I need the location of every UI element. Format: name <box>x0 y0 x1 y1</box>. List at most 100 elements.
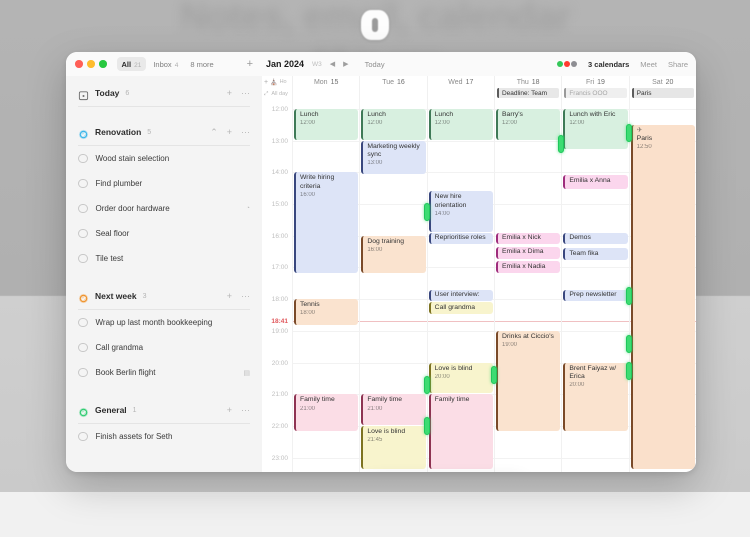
calendar-event[interactable]: Reprioritise roles <box>428 232 493 245</box>
add-task-button[interactable]: + <box>227 405 232 415</box>
allday-slot[interactable] <box>428 88 494 100</box>
list-item[interactable]: Order door hardware ◔ <box>76 196 252 221</box>
list-item[interactable]: Book Berlin flight ▤ <box>76 360 252 385</box>
task-checkbox[interactable] <box>78 228 88 239</box>
calendar-event[interactable]: Emilia x Dima <box>496 246 561 259</box>
calendar-event[interactable]: Brent Faiyaz w/ Erica 20:00 <box>563 362 628 432</box>
sidebar-group-renovation[interactable]: Renovation 5 ⌃ + ··· <box>76 119 252 145</box>
calendar-event[interactable]: Drinks at Ciccio's 19:00 <box>496 330 561 432</box>
calendar-event[interactable]: Team fika <box>563 248 628 261</box>
allday-slot[interactable]: Deadline: Team <box>495 88 561 100</box>
calendar-event[interactable]: Lunch with Eric 12:00 <box>563 108 628 150</box>
event-drag-handle[interactable] <box>558 134 565 153</box>
list-item[interactable]: Finish assets for Seth <box>76 424 252 449</box>
calendar-event[interactable]: New hire orientation 14:00 <box>428 191 493 232</box>
event-drag-handle[interactable] <box>491 366 497 385</box>
calendar-event[interactable]: Lunch 12:00 <box>361 108 426 140</box>
day-header[interactable]: Mon 15 <box>293 76 359 88</box>
new-tab-button[interactable]: + <box>247 58 253 70</box>
allday-slot[interactable]: Paris <box>630 88 696 100</box>
meet-button[interactable]: Meet <box>640 60 657 69</box>
day-header[interactable]: Thu 18 <box>495 76 561 88</box>
share-button[interactable]: Share <box>668 60 688 69</box>
list-item[interactable]: Wood stain selection <box>76 146 252 171</box>
task-checkbox[interactable] <box>78 153 88 164</box>
calendar-event[interactable]: Love is blind 20:00 <box>428 362 493 394</box>
task-checkbox[interactable] <box>78 317 88 328</box>
list-item[interactable]: Wrap up last month bookkeeping <box>76 310 252 335</box>
allday-event[interactable]: Francis OOO <box>564 88 627 98</box>
task-checkbox[interactable] <box>78 431 88 442</box>
calendar-event[interactable]: Emilia x Nadia <box>496 261 561 273</box>
tab-inbox[interactable]: Inbox 4 <box>148 57 183 71</box>
calendar-event[interactable]: ✈ Paris 12:50 <box>630 124 695 470</box>
calendar-event[interactable]: Tennis 18:00 <box>294 299 359 326</box>
event-drag-handle[interactable] <box>625 361 632 380</box>
task-checkbox[interactable] <box>78 367 88 378</box>
allday-event[interactable]: Paris <box>631 88 694 98</box>
calendar-event[interactable]: Family time 21:00 <box>361 394 426 425</box>
calendar-event[interactable]: Call grandma <box>428 302 493 314</box>
tab-bar[interactable]: All 21 Inbox 4 8 more <box>116 57 219 71</box>
add-task-button[interactable]: + <box>227 88 232 98</box>
sidebar-group-general[interactable]: General 1 + ··· <box>76 397 252 423</box>
task-checkbox[interactable] <box>78 253 88 264</box>
calendar-event[interactable]: Love is blind 21:45 <box>361 426 426 470</box>
calendar-event[interactable]: Dog training 16:00 <box>361 235 426 273</box>
calendar-event[interactable]: Lunch 12:00 <box>294 108 359 140</box>
day-header[interactable]: Fri 19 <box>562 76 628 88</box>
list-item[interactable]: Find plumber <box>76 171 252 196</box>
prev-week-button[interactable]: ◀ <box>330 60 335 68</box>
allday-slot[interactable] <box>293 88 359 100</box>
calendar-event[interactable]: Family time <box>428 394 493 470</box>
allday-event[interactable]: Deadline: Team <box>496 88 560 98</box>
sidebar-group-next-week[interactable]: Next week 3 + ··· <box>76 283 252 309</box>
calendar-event[interactable]: Barry's 12:00 <box>496 108 561 140</box>
event-drag-handle[interactable] <box>423 202 430 221</box>
event-drag-handle[interactable] <box>625 286 632 305</box>
calendar-event[interactable]: Marketing weekly sync 13:00 <box>361 140 426 175</box>
minimize-window-button[interactable] <box>87 60 95 68</box>
more-options-button[interactable]: ··· <box>241 291 250 301</box>
calendars-count-label[interactable]: 3 calendars <box>588 60 629 69</box>
tab-8-more[interactable]: 8 more <box>185 57 218 71</box>
calendar-event[interactable]: Emilia x Anna <box>563 175 628 189</box>
event-drag-handle[interactable] <box>625 334 632 353</box>
sidebar-group-today[interactable]: Today 6 + ··· <box>76 80 252 106</box>
zoom-window-button[interactable] <box>99 60 107 68</box>
task-checkbox[interactable] <box>78 178 88 189</box>
event-drag-handle[interactable] <box>423 375 430 394</box>
calendar-event[interactable]: Write hiring criteria 16:00 <box>294 172 359 273</box>
calendar-event[interactable]: Family time 21:00 <box>294 394 359 432</box>
more-options-button[interactable]: ··· <box>241 127 250 137</box>
list-item[interactable]: Seal floor <box>76 221 252 246</box>
tab-all[interactable]: All 21 <box>116 57 147 71</box>
calendar-event[interactable]: Lunch 12:00 <box>428 108 493 140</box>
chevron-up-icon[interactable]: ⌃ <box>210 127 218 137</box>
today-button[interactable]: Today <box>365 60 385 69</box>
traffic-lights[interactable] <box>75 60 107 68</box>
more-options-button[interactable]: ··· <box>241 88 250 98</box>
allday-slot[interactable]: Francis OOO <box>562 88 628 100</box>
calendar-event[interactable]: Emilia x Nick <box>496 232 561 245</box>
gutter-add-button[interactable]: + <box>264 79 268 86</box>
day-header[interactable]: Tue 16 <box>360 76 426 88</box>
list-item[interactable]: Tile test <box>76 246 252 271</box>
day-header[interactable]: Wed 17 <box>428 76 494 88</box>
add-task-button[interactable]: + <box>227 127 232 137</box>
day-header[interactable]: Sat 20 <box>630 76 696 88</box>
add-task-button[interactable]: + <box>227 291 232 301</box>
calendar-grid[interactable]: Lunch 12:00 Write hiring criteria 16:00 Tenn… <box>292 100 696 472</box>
close-window-button[interactable] <box>75 60 83 68</box>
calendar-event[interactable]: User interview: <box>428 289 493 302</box>
calendar-event[interactable]: Prep newsletter <box>563 289 628 302</box>
next-week-button[interactable]: ▶ <box>343 60 348 68</box>
event-drag-handle[interactable] <box>625 123 632 142</box>
task-checkbox[interactable] <box>78 203 88 214</box>
task-checkbox[interactable] <box>78 342 88 353</box>
list-item[interactable]: Call grandma <box>76 335 252 360</box>
event-drag-handle[interactable] <box>423 417 430 435</box>
more-options-button[interactable]: ··· <box>241 405 250 415</box>
calendar-event[interactable]: Demos <box>563 232 628 245</box>
allday-slot[interactable] <box>360 88 426 100</box>
